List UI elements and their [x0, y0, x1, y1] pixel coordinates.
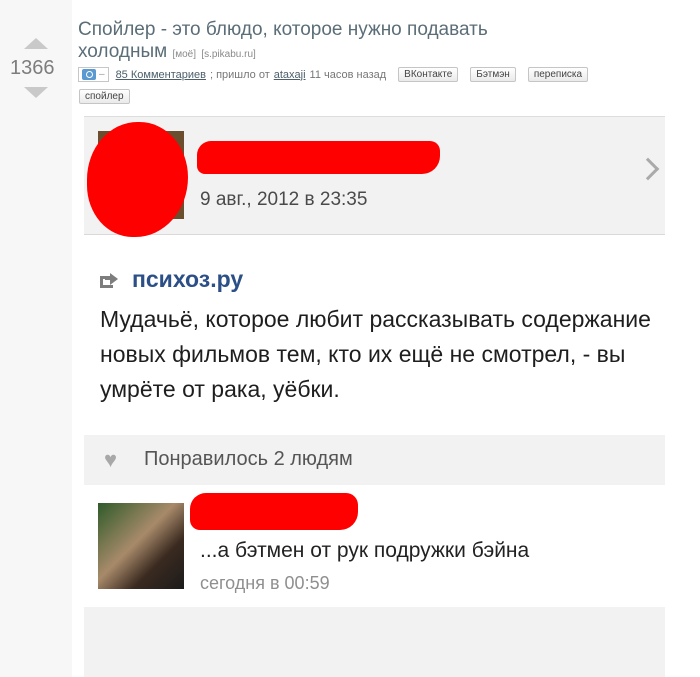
tag-batman[interactable]: Бэтмэн: [470, 67, 516, 82]
comment-text: ...а бэтмен от рук подружки бэйна: [200, 539, 530, 562]
screenshot-footer: [84, 607, 665, 677]
heart-icon[interactable]: ♥: [104, 447, 117, 473]
comment: ...а бэтмен от рук подружки бэйна сегодн…: [84, 485, 665, 608]
tag-correspondence[interactable]: переписка: [527, 67, 589, 82]
vote-up-icon[interactable]: [24, 38, 48, 49]
tag-spoiler[interactable]: спойлер: [79, 89, 130, 104]
comment-avatar: [98, 503, 184, 589]
vote-down-icon[interactable]: [24, 87, 48, 98]
likes-bar: ♥ Понравилось 2 людям: [84, 435, 665, 486]
rating-score: 1366: [10, 57, 55, 79]
post-title-block: Спойлер - это блюдо, которое нужно подав…: [78, 19, 558, 66]
came-from-label: ; пришло от: [209, 68, 270, 81]
censor-bar-commenter: [190, 493, 358, 530]
rating-panel: 1366: [0, 0, 72, 677]
post-title[interactable]: Спойлер - это блюдо, которое нужно подав…: [78, 19, 488, 62]
tag-vkontakte[interactable]: ВКонтакте: [398, 67, 459, 82]
censor-bar-name: [197, 141, 440, 174]
post-meta: – 85 Комментариев ; пришло от ataxaji 11…: [78, 67, 589, 82]
share-widget[interactable]: –: [78, 67, 109, 82]
chevron-right-icon[interactable]: [636, 157, 660, 181]
source-link[interactable]: [s.pikabu.ru]: [201, 49, 255, 60]
time-ago: 11 часов назад: [309, 68, 387, 81]
likes-count: Понравилось 2 людям: [144, 448, 353, 470]
comment-date: сегодня в 00:59: [200, 573, 330, 593]
author-link[interactable]: ataxaji: [274, 69, 306, 81]
status-text: Мудачьё, которое любит рассказывать соде…: [100, 306, 651, 402]
comments-link[interactable]: 85 Комментариев: [116, 69, 206, 81]
mine-link[interactable]: [моё]: [172, 49, 196, 60]
share-source: психоз.ру: [100, 266, 243, 293]
censor-blob: [87, 122, 188, 237]
post-image: 9 авг., 2012 в 23:35 психоз.ру Мудачьё, …: [84, 116, 665, 677]
status-date: 9 авг., 2012 в 23:35: [200, 189, 368, 210]
status-header: 9 авг., 2012 в 23:35: [84, 116, 665, 237]
camera-icon: [82, 69, 96, 80]
share-icon: [100, 271, 122, 289]
source-site[interactable]: психоз.ру: [132, 266, 243, 293]
